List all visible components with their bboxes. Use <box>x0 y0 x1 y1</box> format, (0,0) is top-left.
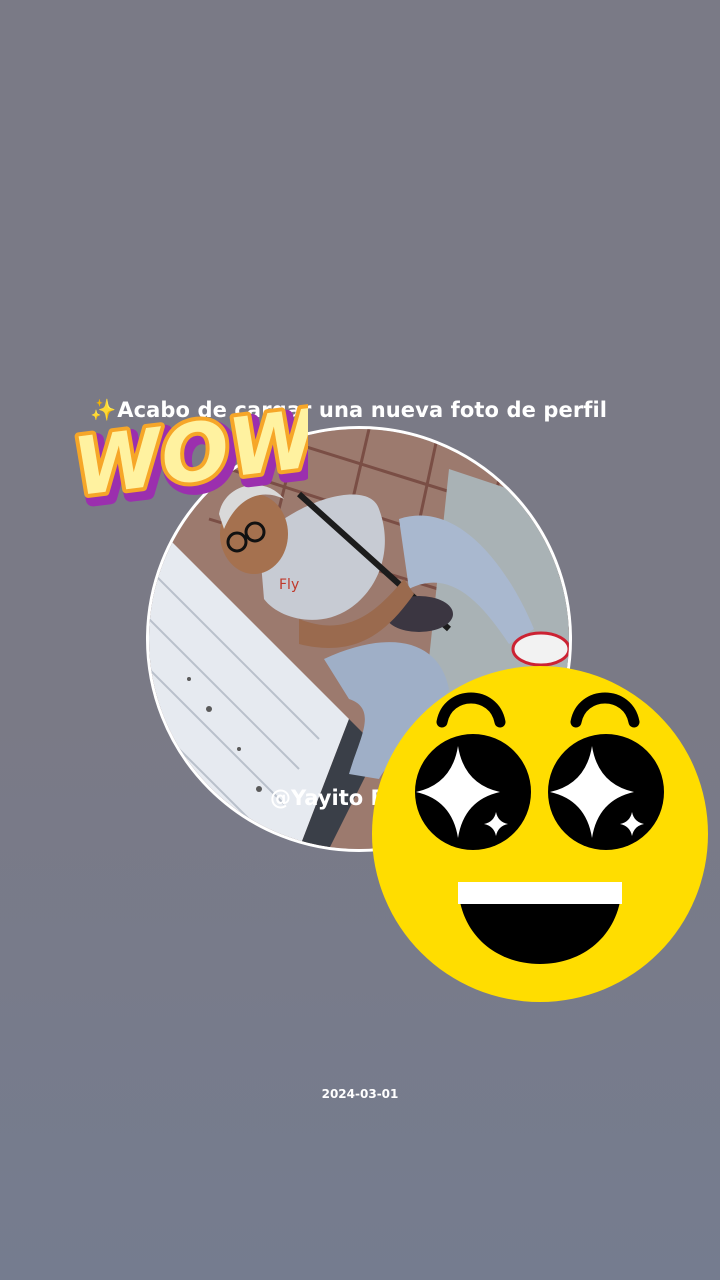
wow-sticker-icon: WOW! WOW! WOW! <box>64 384 308 516</box>
svg-text:Fly: Fly <box>279 577 299 593</box>
star-struck-emoji-icon <box>372 666 708 1002</box>
post-date: 2024-03-01 <box>321 1087 399 1101</box>
profile-photo-story: ✨Acabo de cargar una nueva foto de perfi… <box>0 0 720 1280</box>
